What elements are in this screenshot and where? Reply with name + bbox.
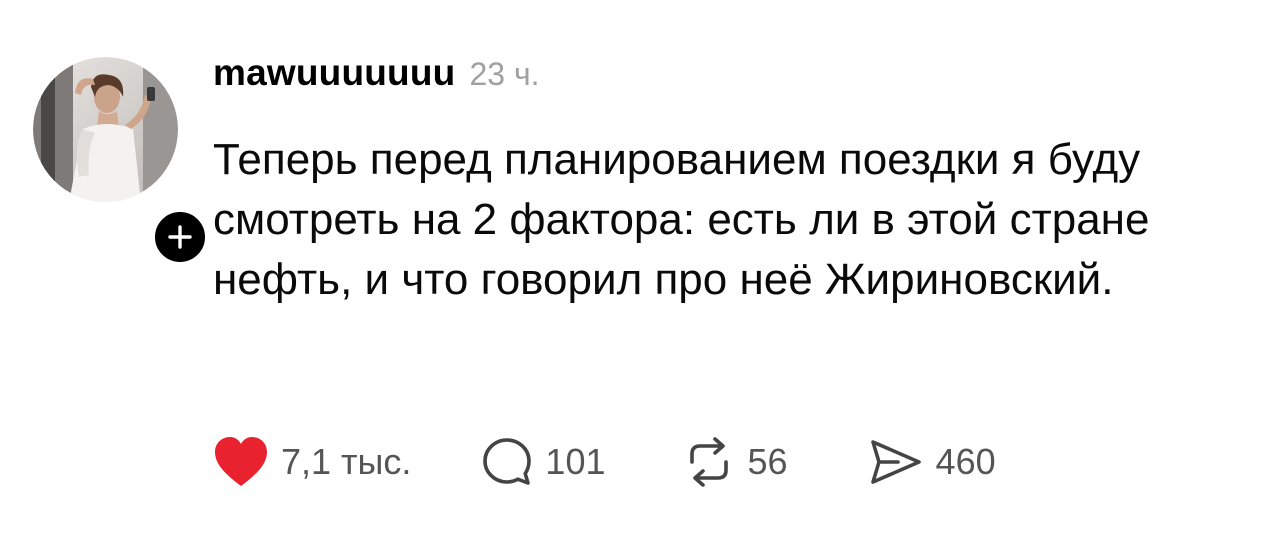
like-count: 7,1 тыс. (281, 441, 412, 482)
comment-bubble-icon (481, 436, 533, 488)
post-header: mawuuuuuuu 23 ч. (213, 52, 540, 102)
like-button[interactable]: 7,1 тыс. (213, 436, 411, 488)
post-card: mawuuuuuuu 23 ч. Теперь перед планирован… (0, 0, 1280, 560)
share-count: 460 (935, 441, 996, 482)
repost-arrows-icon (682, 436, 736, 488)
avatar-image (33, 57, 178, 202)
action-bar: 7,1 тыс. 101 56 460 (213, 432, 996, 492)
post-timestamp: 23 ч. (469, 56, 540, 92)
follow-button[interactable] (150, 207, 210, 267)
repost-count: 56 (747, 441, 788, 482)
heart-icon (213, 436, 269, 488)
share-button[interactable]: 460 (868, 436, 996, 488)
comment-button[interactable]: 101 (481, 436, 606, 488)
send-paper-plane-icon (868, 436, 924, 488)
username-link[interactable]: mawuuuuuuu (213, 52, 455, 94)
avatar[interactable] (33, 57, 210, 267)
comment-count: 101 (545, 441, 606, 482)
post-text: Теперь перед планированием поездки я буд… (213, 135, 1150, 304)
plus-icon (168, 225, 192, 249)
repost-button[interactable]: 56 (682, 436, 788, 488)
